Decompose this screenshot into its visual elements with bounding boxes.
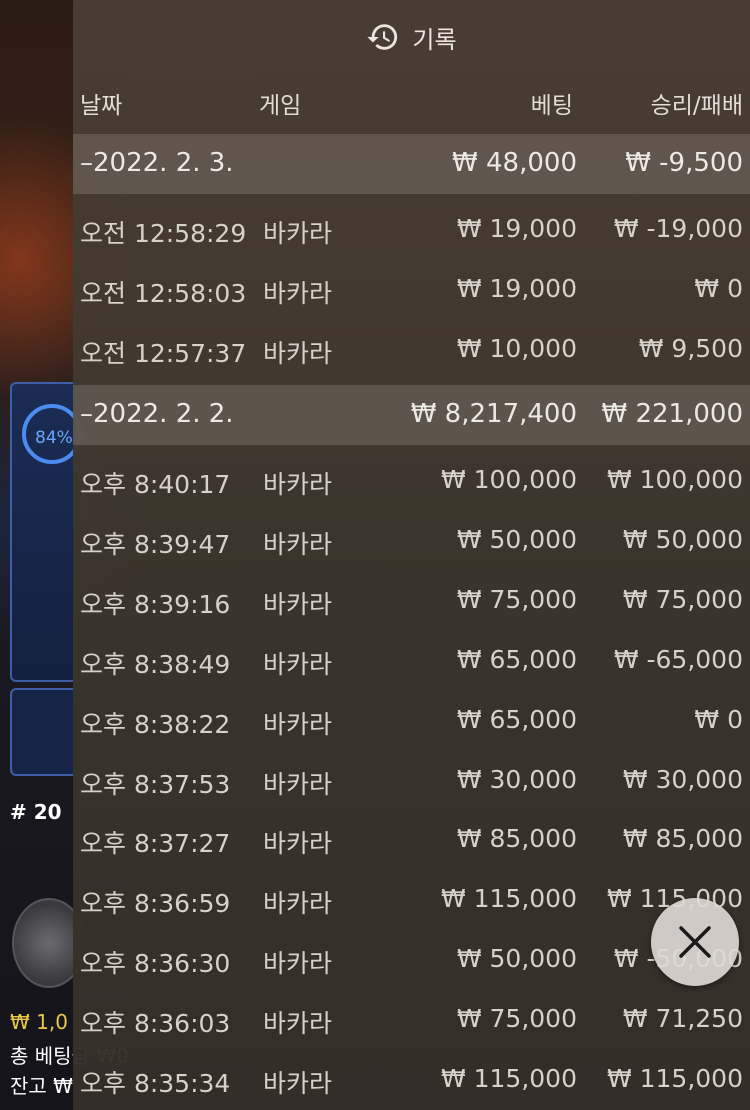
row-game: 바카라	[263, 470, 333, 499]
column-game: 게임	[259, 93, 302, 119]
history-row[interactable]: 오후 8:38:22 바카라 ₩ 65,000 ₩ 0	[73, 691, 750, 751]
row-time: 오후 8:36:30	[80, 949, 231, 978]
row-game: 바카라	[263, 339, 333, 368]
group-result-total: ₩ 221,000	[601, 399, 744, 429]
remaining-balance-label: 잔고 ₩	[10, 1074, 73, 1098]
row-result: ₩ 115,000	[606, 1064, 743, 1093]
row-result: ₩ 30,000	[622, 765, 743, 794]
row-time: 오전 12:57:37	[80, 339, 247, 368]
progress-percent: 84%	[35, 428, 73, 448]
group-result-total: ₩ -9,500	[625, 148, 743, 178]
row-bet: ₩ 30,000	[456, 765, 577, 794]
row-time: 오후 8:36:59	[80, 889, 231, 918]
row-time: 오전 12:58:03	[80, 279, 247, 308]
history-row[interactable]: 오후 8:37:53 바카라 ₩ 30,000 ₩ 30,000	[73, 751, 750, 811]
row-bet: ₩ 115,000	[440, 1064, 577, 1093]
row-game: 바카라	[263, 590, 333, 619]
group-bet-total: ₩ 8,217,400	[410, 399, 577, 429]
row-result: ₩ 71,250	[622, 1004, 743, 1033]
column-date: 날짜	[80, 93, 123, 119]
row-bet: ₩ 75,000	[456, 1004, 577, 1033]
row-result: ₩ 50,000	[622, 525, 743, 554]
row-time: 오후 8:39:16	[80, 590, 231, 619]
row-bet: ₩ 50,000	[456, 944, 577, 973]
close-button[interactable]	[651, 898, 739, 986]
row-time: 오후 8:38:22	[80, 710, 231, 739]
history-row[interactable]: 오후 8:37:27 바카라 ₩ 85,000 ₩ 85,000	[73, 810, 750, 870]
row-bet: ₩ 115,000	[440, 884, 577, 913]
row-bet: ₩ 75,000	[456, 585, 577, 614]
row-game: 바카라	[263, 1009, 333, 1038]
row-game: 바카라	[263, 710, 333, 739]
history-row[interactable]: 오전 12:58:03 바카라 ₩ 19,000 ₩ 0	[73, 260, 750, 320]
row-game: 바카라	[263, 829, 333, 858]
history-row[interactable]: 오후 8:39:16 바카라 ₩ 75,000 ₩ 75,000	[73, 571, 750, 631]
row-bet: ₩ 10,000	[456, 334, 577, 363]
row-game: 바카라	[263, 650, 333, 679]
close-icon	[679, 926, 711, 958]
row-time: 오후 8:36:03	[80, 1009, 231, 1038]
group-bet-total: ₩ 48,000	[452, 148, 577, 178]
column-result: 승리/패배	[650, 93, 743, 119]
history-row[interactable]: 오후 8:36:59 바카라 ₩ 115,000 ₩ 115,000	[73, 870, 750, 930]
row-result: ₩ 9,500	[638, 334, 743, 363]
row-time: 오후 8:38:49	[80, 650, 231, 679]
row-result: ₩ 0	[694, 705, 743, 734]
row-bet: ₩ 19,000	[456, 214, 577, 243]
history-row[interactable]: 오전 12:58:29 바카라 ₩ 19,000 ₩ -19,000	[73, 200, 750, 260]
row-bet: ₩ 65,000	[456, 705, 577, 734]
row-bet: ₩ 100,000	[440, 465, 577, 494]
group-date: –2022. 2. 3.	[80, 148, 234, 178]
row-result: ₩ -19,000	[613, 214, 743, 243]
date-group-row[interactable]: –2022. 2. 3. ₩ 48,000 ₩ -9,500	[73, 134, 750, 194]
row-game: 바카라	[263, 279, 333, 308]
row-time: 오후 8:35:34	[80, 1069, 231, 1098]
row-result: ₩ 100,000	[606, 465, 743, 494]
row-game: 바카라	[263, 949, 333, 978]
modal-title: 기록	[412, 25, 457, 54]
row-game: 바카라	[263, 770, 333, 799]
history-row[interactable]: 오후 8:38:49 바카라 ₩ 65,000 ₩ -65,000	[73, 631, 750, 691]
date-group-row[interactable]: –2022. 2. 2. ₩ 8,217,400 ₩ 221,000	[73, 385, 750, 445]
row-result: ₩ 85,000	[622, 824, 743, 853]
row-time: 오후 8:37:27	[80, 829, 231, 858]
row-bet: ₩ 85,000	[456, 824, 577, 853]
row-result: ₩ -65,000	[613, 645, 743, 674]
history-row[interactable]: 오후 8:40:17 바카라 ₩ 100,000 ₩ 100,000	[73, 451, 750, 511]
row-time: 오전 12:58:29	[80, 219, 247, 248]
history-modal: 기록 날짜 게임 베팅 승리/패배 –2022. 2. 3. ₩ 48,000 …	[73, 0, 750, 1110]
history-row[interactable]: 오후 8:36:03 바카라 ₩ 75,000 ₩ 71,250	[73, 990, 750, 1050]
history-row[interactable]: 오전 12:57:37 바카라 ₩ 10,000 ₩ 9,500	[73, 320, 750, 380]
modal-header: 기록	[73, 0, 750, 74]
row-time: 오후 8:40:17	[80, 470, 231, 499]
row-bet: ₩ 65,000	[456, 645, 577, 674]
row-game: 바카라	[263, 219, 333, 248]
round-number: # 20	[10, 800, 62, 824]
history-row[interactable]: 오후 8:39:47 바카라 ₩ 50,000 ₩ 50,000	[73, 511, 750, 571]
history-clock-icon	[367, 24, 398, 50]
balance-amount: ₩ 1,0	[10, 1010, 68, 1034]
row-game: 바카라	[263, 530, 333, 559]
row-game: 바카라	[263, 1069, 333, 1098]
row-time: 오후 8:37:53	[80, 770, 231, 799]
column-bet: 베팅	[530, 93, 573, 119]
row-result: ₩ 75,000	[622, 585, 743, 614]
row-result: ₩ 0	[694, 274, 743, 303]
history-row[interactable]: 오후 8:35:34 바카라 ₩ 115,000 ₩ 115,000	[73, 1050, 750, 1110]
row-bet: ₩ 50,000	[456, 525, 577, 554]
history-row[interactable]: 오후 8:36:30 바카라 ₩ 50,000 ₩ -50,000	[73, 930, 750, 990]
row-game: 바카라	[263, 889, 333, 918]
row-bet: ₩ 19,000	[456, 274, 577, 303]
row-time: 오후 8:39:47	[80, 530, 231, 559]
group-date: –2022. 2. 2.	[80, 399, 234, 429]
